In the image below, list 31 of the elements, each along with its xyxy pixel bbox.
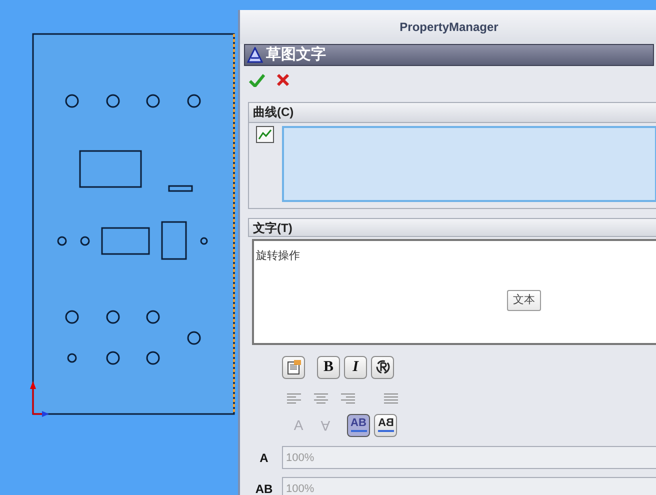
document-icon [286,359,302,376]
font-button[interactable] [282,356,305,379]
letter-a-icon [247,46,263,63]
text-value: 旋转操作 [256,249,300,262]
feature-title: 草图文字 [266,44,326,65]
align-left-icon [287,392,301,404]
close-button[interactable] [275,72,291,88]
spacing-label: A [258,450,270,466]
rotate-button[interactable] [371,356,394,379]
selection-field[interactable] [282,126,656,202]
italic-button[interactable]: I [344,356,367,379]
curve-icon [256,126,274,143]
direction-button[interactable]: AB [347,414,370,437]
origin-axes-icon [30,381,49,417]
align-button[interactable] [384,392,398,404]
rotate-icon [374,359,390,376]
section-title: 曲线(C) [249,102,656,123]
confirm-button[interactable] [249,72,265,88]
direction-button[interactable]: BA [374,414,397,437]
window-title: PropertyManager [240,10,656,44]
align-center-icon [314,392,328,404]
align-justify-icon [384,392,398,404]
spacing-label: AB [254,480,274,495]
tooltip: 文本 [507,290,541,311]
align-button[interactable] [314,392,328,404]
section-title: 文字(T) [248,218,656,238]
align-button[interactable] [341,392,355,404]
align-button[interactable] [287,392,301,404]
align-right-icon [341,392,355,404]
bold-button[interactable]: B [317,356,340,379]
text-area[interactable]: 旋转操作 文本 [252,239,656,346]
